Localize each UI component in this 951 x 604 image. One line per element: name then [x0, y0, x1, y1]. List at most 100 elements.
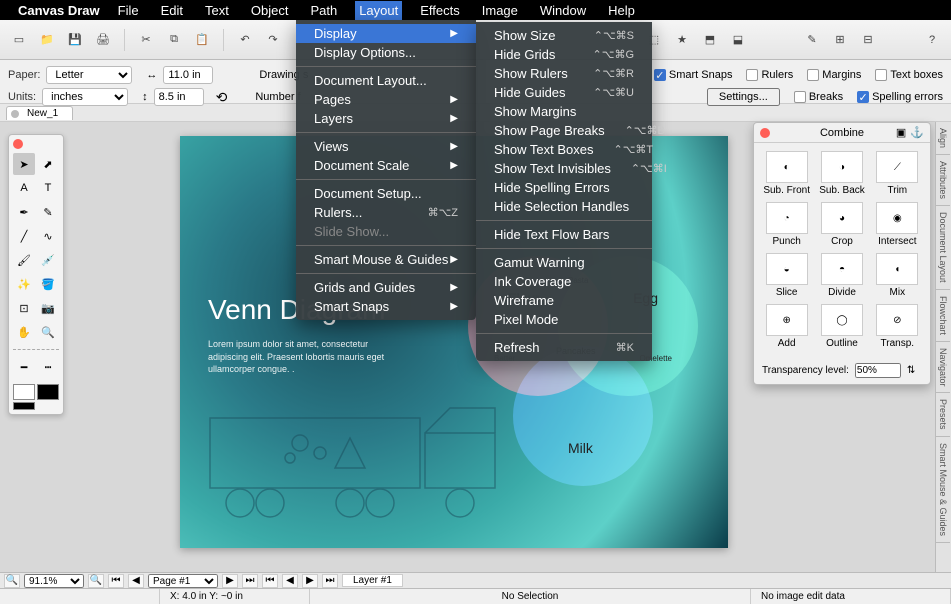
- pen-tool[interactable]: ✒: [13, 201, 35, 223]
- panel-tab[interactable]: Smart Mouse & Guides: [936, 437, 950, 543]
- menu-item[interactable]: Rulers...⌘⌥Z: [296, 203, 476, 222]
- combine-op[interactable]: ◉Intersect: [873, 202, 922, 247]
- eyedropper-tool[interactable]: 💉: [37, 249, 59, 271]
- layer-next-icon[interactable]: ▶: [302, 574, 318, 588]
- panel-tab[interactable]: Document Layout: [936, 206, 950, 290]
- paper-select[interactable]: Letter: [46, 66, 132, 84]
- close-icon[interactable]: [760, 128, 770, 138]
- brush-tool[interactable]: 🖌: [13, 249, 35, 271]
- margins-check[interactable]: [807, 69, 819, 81]
- text-tool[interactable]: A: [13, 177, 35, 199]
- menu-item[interactable]: Hide Grids⌃⌥⌘G: [476, 45, 652, 64]
- menu-window[interactable]: Window: [536, 1, 590, 20]
- tool-icon[interactable]: ⊞: [829, 29, 851, 51]
- redo-icon[interactable]: ↷: [262, 29, 284, 51]
- menu-item[interactable]: Display Options...: [296, 43, 476, 62]
- pointer-tool[interactable]: ➤: [13, 153, 35, 175]
- panel-tab[interactable]: Flowchart: [936, 290, 950, 342]
- menu-item[interactable]: Pages▶: [296, 90, 476, 109]
- stepper-icon[interactable]: ⇅: [907, 365, 915, 376]
- menu-item[interactable]: Wireframe: [476, 291, 652, 310]
- combine-op[interactable]: ◕Crop: [817, 202, 866, 247]
- combine-op[interactable]: ◑Sub. Back: [817, 151, 866, 196]
- menu-item[interactable]: Hide Spelling Errors: [476, 178, 652, 197]
- dock-icon[interactable]: ▣: [896, 126, 906, 139]
- print-icon[interactable]: 🖨: [92, 29, 114, 51]
- line-tool[interactable]: ╱: [13, 225, 35, 247]
- combine-op[interactable]: ◓Divide: [817, 253, 866, 298]
- menu-item[interactable]: Show Rulers⌃⌥⌘R: [476, 64, 652, 83]
- combine-op[interactable]: ◔Punch: [762, 202, 811, 247]
- curve-tool[interactable]: ∿: [37, 225, 59, 247]
- nib-tool[interactable]: ✎: [37, 201, 59, 223]
- direct-select-tool[interactable]: ⬈: [37, 153, 59, 175]
- menu-item[interactable]: Show Size⌃⌥⌘S: [476, 26, 652, 45]
- layer-first-icon[interactable]: ⏮: [262, 574, 278, 588]
- menu-item[interactable]: Smart Snaps▶: [296, 297, 476, 316]
- menu-item[interactable]: Show Margins: [476, 102, 652, 121]
- menu-item[interactable]: Show Text Invisibles⌃⌥⌘I: [476, 159, 652, 178]
- anchor-icon[interactable]: ⚓: [910, 126, 924, 139]
- copy-icon[interactable]: ⧉: [163, 29, 185, 51]
- layer-last-icon[interactable]: ⏭: [322, 574, 338, 588]
- stroke-swatch[interactable]: [13, 402, 35, 410]
- tool-icon[interactable]: ⬒: [699, 29, 721, 51]
- page-select[interactable]: Page #1: [148, 574, 218, 588]
- menu-edit[interactable]: Edit: [157, 1, 187, 20]
- settings-button[interactable]: Settings...: [707, 88, 780, 106]
- hand-tool[interactable]: ✋: [13, 321, 35, 343]
- close-icon[interactable]: [13, 139, 23, 149]
- type-tool[interactable]: T: [37, 177, 59, 199]
- last-page-icon[interactable]: ⏭: [242, 574, 258, 588]
- tool-icon[interactable]: ★: [671, 29, 693, 51]
- smart-snaps-check[interactable]: ✓: [654, 69, 666, 81]
- menu-item[interactable]: Gamut Warning: [476, 253, 652, 272]
- combine-op[interactable]: ⟋Trim: [873, 151, 922, 196]
- panel-tab[interactable]: Navigator: [936, 342, 950, 394]
- fg-swatch[interactable]: [13, 384, 35, 400]
- stroke-style[interactable]: ┅: [37, 356, 59, 378]
- open-icon[interactable]: 📁: [36, 29, 58, 51]
- cut-icon[interactable]: ✂: [135, 29, 157, 51]
- rulers-check[interactable]: [746, 69, 758, 81]
- layout-menu[interactable]: Display▶Display Options...Document Layou…: [296, 20, 476, 320]
- menu-object[interactable]: Object: [247, 1, 293, 20]
- menu-item[interactable]: Display▶: [296, 24, 476, 43]
- crop-tool[interactable]: ⊡: [13, 297, 35, 319]
- edit-icon[interactable]: ✎: [801, 29, 823, 51]
- stroke-style[interactable]: ━: [13, 356, 35, 378]
- combine-op[interactable]: ◖Mix: [873, 253, 922, 298]
- layer-prev-icon[interactable]: ◀: [282, 574, 298, 588]
- combine-panel[interactable]: Combine ▣⚓ ◐Sub. Front◑Sub. Back⟋Trim◔Pu…: [753, 122, 931, 385]
- menu-item[interactable]: Hide Selection Handles: [476, 197, 652, 216]
- spelling-check[interactable]: ✓: [857, 91, 869, 103]
- menu-image[interactable]: Image: [478, 1, 522, 20]
- zoom-out-icon[interactable]: 🔍: [4, 574, 20, 588]
- menu-item[interactable]: Smart Mouse & Guides▶: [296, 250, 476, 269]
- menu-item[interactable]: Hide Text Flow Bars: [476, 225, 652, 244]
- doc-tab[interactable]: New_1: [6, 106, 73, 120]
- menu-item[interactable]: Refresh⌘K: [476, 338, 652, 357]
- zoom-tool[interactable]: 🔍: [37, 321, 59, 343]
- units-select[interactable]: inches: [42, 88, 128, 106]
- combine-op[interactable]: ◯Outline: [817, 304, 866, 349]
- menu-layout[interactable]: Layout: [355, 1, 402, 20]
- menu-item[interactable]: Hide Guides⌃⌥⌘U: [476, 83, 652, 102]
- menu-item[interactable]: Document Scale▶: [296, 156, 476, 175]
- width-input[interactable]: [163, 66, 213, 84]
- combine-op[interactable]: ⊕Add: [762, 304, 811, 349]
- combine-op[interactable]: ◐Sub. Front: [762, 151, 811, 196]
- display-submenu[interactable]: Show Size⌃⌥⌘SHide Grids⌃⌥⌘GShow Rulers⌃⌥…: [476, 22, 652, 361]
- combine-op[interactable]: ⊘Transp.: [873, 304, 922, 349]
- undo-icon[interactable]: ↶: [234, 29, 256, 51]
- tool-palette[interactable]: ➤ ⬈ A T ✒ ✎ ╱ ∿ 🖌 💉 ✨ 🪣 ⊡ 📷 ✋ 🔍 ━ ┅: [8, 134, 64, 415]
- panel-tab[interactable]: Presets: [936, 393, 950, 437]
- zoom-select[interactable]: 91.1%: [24, 574, 84, 588]
- menu-item[interactable]: Slide Show...: [296, 222, 476, 241]
- menu-item[interactable]: Show Page Breaks⌃⌥⌘B: [476, 121, 652, 140]
- panel-tab[interactable]: Attributes: [936, 155, 950, 206]
- tool-icon[interactable]: ⊟: [857, 29, 879, 51]
- menu-help[interactable]: Help: [604, 1, 639, 20]
- bg-swatch[interactable]: [37, 384, 59, 400]
- menu-item[interactable]: Pixel Mode: [476, 310, 652, 329]
